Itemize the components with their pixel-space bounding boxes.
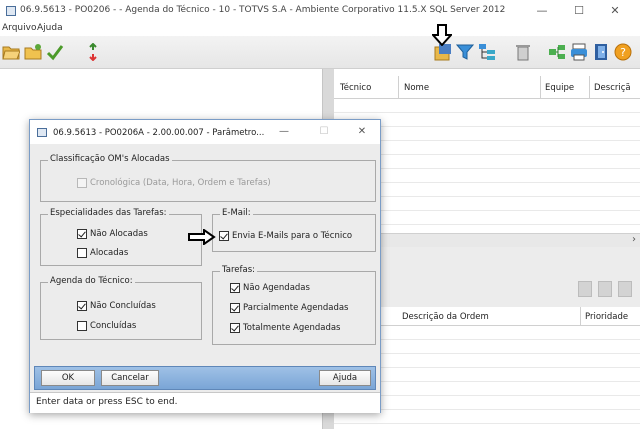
printer-icon[interactable]: [570, 43, 588, 61]
group-classificacao: Classificação OM's Alocadas Cronológica …: [40, 154, 376, 202]
new-folder-icon[interactable]: [24, 43, 42, 61]
close-button[interactable]: ✕: [601, 3, 629, 19]
trash-icon[interactable]: [514, 43, 532, 61]
help-button[interactable]: Ajuda: [319, 370, 371, 386]
dialog-minimize-button[interactable]: —: [274, 126, 294, 137]
col-prioridade[interactable]: Prioridade: [585, 312, 628, 322]
grid-edit-icon[interactable]: [598, 281, 612, 297]
group-email: E-Mail: Envia E-Mails para o Técnico: [212, 208, 376, 252]
maximize-button[interactable]: ☐: [565, 3, 593, 19]
chk-concluidas[interactable]: Concluídas: [77, 321, 136, 331]
dialog-status-bar: Enter data or press ESC to end.: [30, 392, 380, 413]
chk-envia-email-label: Envia E-Mails para o Técnico: [232, 231, 353, 241]
parametros-dialog: 06.9.5613 - PO0206A - 2.00.00.007 - Parâ…: [29, 119, 381, 413]
group-tarefas: Tarefas: Não Agendadas Parcialmente Agen…: [212, 265, 376, 345]
chk-nao-agendadas-label: Não Agendadas: [243, 283, 310, 293]
dialog-close-button[interactable]: ✕: [352, 126, 372, 137]
chk-nao-concluidas[interactable]: Não Concluídas: [77, 301, 156, 311]
minimize-button[interactable]: —: [528, 3, 556, 19]
dialog-titlebar: 06.9.5613 - PO0206A - 2.00.00.007 - Parâ…: [30, 120, 380, 144]
col-tecnico[interactable]: Técnico: [340, 83, 371, 93]
menu-ajuda[interactable]: Ajuda: [37, 23, 63, 33]
svg-text:?: ?: [620, 46, 626, 59]
chk-envia-email[interactable]: Envia E-Mails para o Técnico: [219, 231, 352, 241]
chk-nao-agendadas-box[interactable]: [230, 283, 240, 293]
chk-cronologica-label: Cronológica (Data, Hora, Ordem e Tarefas…: [90, 178, 271, 188]
arrow-down-annotation-icon: [432, 24, 452, 46]
window-titlebar: 06.9.5613 - PO0206 - - Agenda do Técnico…: [0, 0, 640, 22]
chk-nao-concluidas-box[interactable]: [77, 301, 87, 311]
group-tarefas-legend: Tarefas:: [220, 265, 258, 275]
refresh-arrows-icon[interactable]: [84, 43, 102, 61]
group-especialidades: Especialidades das Tarefas: Não Alocadas…: [40, 208, 202, 266]
dialog-title: 06.9.5613 - PO0206A - 2.00.00.007 - Parâ…: [53, 128, 265, 138]
ok-button[interactable]: OK: [41, 370, 95, 386]
chk-totalmente-agendadas[interactable]: Totalmente Agendadas: [230, 323, 340, 333]
group-agenda: Agenda do Técnico: Não Concluídas Conclu…: [40, 276, 202, 340]
scroll-right-icon[interactable]: ›: [632, 234, 636, 245]
col-equipe[interactable]: Equipe: [545, 83, 574, 93]
col-descricao[interactable]: Descriçã: [594, 83, 631, 93]
filter-icon[interactable]: [456, 43, 474, 61]
chk-alocadas-box[interactable]: [77, 248, 87, 258]
col-descricao-ordem[interactable]: Descrição da Ordem: [402, 312, 489, 322]
link-icon[interactable]: [548, 43, 566, 61]
chk-nao-concluidas-label: Não Concluídas: [90, 301, 156, 311]
grid-trash-icon[interactable]: [578, 281, 592, 297]
group-email-legend: E-Mail:: [220, 208, 253, 218]
chk-cronologica-box: [77, 178, 87, 188]
chk-alocadas[interactable]: Alocadas: [77, 248, 128, 258]
chk-alocadas-label: Alocadas: [90, 248, 129, 258]
chk-envia-email-box[interactable]: [219, 231, 229, 241]
cancel-button[interactable]: Cancelar: [101, 370, 159, 386]
dialog-maximize-button: ☐: [319, 126, 329, 137]
chk-parcialmente-agendadas[interactable]: Parcialmente Agendadas: [230, 303, 349, 313]
checkmark-icon[interactable]: [46, 43, 64, 61]
chk-totalmente-label: Totalmente Agendadas: [243, 323, 341, 333]
help-icon[interactable]: ?: [614, 43, 632, 61]
chk-concluidas-box[interactable]: [77, 321, 87, 331]
toolbar: ?: [0, 36, 640, 69]
col-nome[interactable]: Nome: [404, 83, 429, 93]
app-icon: [6, 6, 16, 16]
group-classificacao-legend: Classificação OM's Alocadas: [48, 154, 172, 164]
group-especialidades-legend: Especialidades das Tarefas:: [48, 208, 169, 218]
window-title: 06.9.5613 - PO0206 - - Agenda do Técnico…: [20, 5, 506, 15]
chk-totalmente-box[interactable]: [230, 323, 240, 333]
chk-nao-alocadas-box[interactable]: [77, 229, 87, 239]
chk-nao-alocadas[interactable]: Não Alocadas: [77, 229, 148, 239]
status-text: Enter data or press ESC to end.: [36, 397, 178, 407]
dialog-app-icon: [37, 128, 47, 137]
group-agenda-legend: Agenda do Técnico:: [48, 276, 135, 286]
chk-cronologica: Cronológica (Data, Hora, Ordem e Tarefas…: [77, 178, 271, 188]
exit-door-icon[interactable]: [592, 43, 610, 61]
tecnicos-grid-header: Técnico Nome Equipe Descriçã: [334, 76, 640, 99]
chk-parcialmente-box[interactable]: [230, 303, 240, 313]
arrow-right-annotation-icon: [188, 229, 216, 245]
chk-concluidas-label: Concluídas: [90, 321, 137, 331]
chk-nao-agendadas[interactable]: Não Agendadas: [230, 283, 310, 293]
grid-hash-icon[interactable]: [618, 281, 632, 297]
folder-open-icon[interactable]: [2, 43, 20, 61]
tree-icon[interactable]: [478, 43, 496, 61]
dialog-button-bar: OK Cancelar Ajuda: [34, 366, 376, 390]
chk-nao-alocadas-label: Não Alocadas: [90, 229, 148, 239]
menu-arquivo[interactable]: Arquivo: [2, 23, 36, 33]
chk-parcialmente-label: Parcialmente Agendadas: [243, 303, 349, 313]
menu-bar: Arquivo Ajuda: [0, 22, 640, 36]
